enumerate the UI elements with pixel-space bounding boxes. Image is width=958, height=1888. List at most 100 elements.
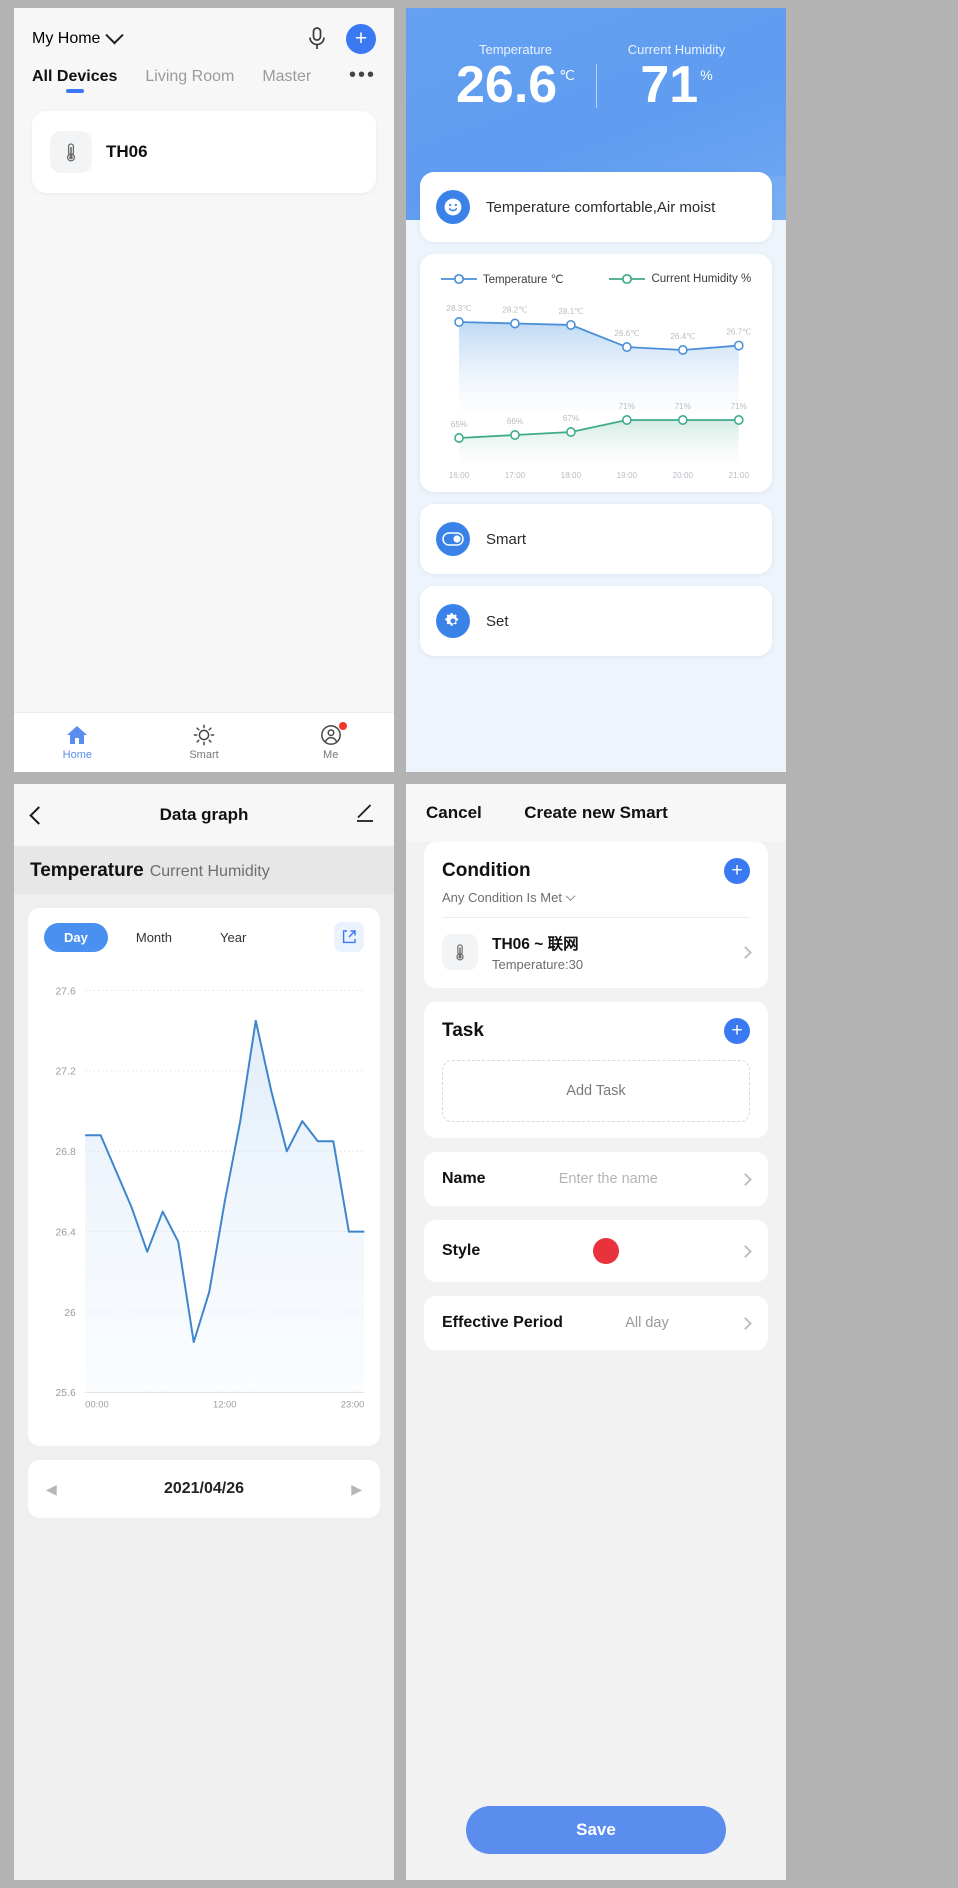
svg-text:26.8: 26.8 [56,1147,76,1158]
legend-humidity: Current Humidity % [609,272,751,286]
field-effective-period-row[interactable]: Effective Period All day [424,1296,768,1350]
field-name-row[interactable]: Name Enter the name [424,1152,768,1206]
svg-text:20:00: 20:00 [673,470,694,480]
metric-selector: Temperature Current Humidity [14,846,394,894]
legend-temperature-label: Temperature ℃ [483,272,564,286]
range-selector: Day Month Year [38,922,370,960]
set-row-card[interactable]: Set [420,586,772,656]
range-year[interactable]: Year [200,923,266,952]
temperature-unit: ℃ [559,67,575,84]
svg-text:00:00: 00:00 [85,1398,109,1409]
external-link-icon[interactable] [334,922,364,952]
nav-item-me[interactable]: Me [267,713,394,772]
svg-text:71%: 71% [619,401,636,411]
field-name-label: Name [442,1170,486,1188]
nav-item-home[interactable]: Home [14,713,141,772]
svg-text:16:00: 16:00 [449,470,470,480]
range-month[interactable]: Month [116,923,192,952]
condition-mode[interactable]: Any Condition Is Met [442,890,750,905]
task-card: Task + Add Task [424,1002,768,1138]
condition-item-name: TH06 ~ 联网 [492,932,583,954]
bottom-navigation: Home Smart [14,712,394,772]
svg-text:26.4℃: 26.4℃ [670,331,695,341]
field-effective-period-label: Effective Period [442,1314,563,1332]
humidity-value: 71 [640,59,698,111]
add-task-button[interactable]: + [724,1018,750,1044]
condition-item-row[interactable]: TH06 ~ 联网 Temperature:30 [442,918,750,972]
graph-header: Data graph [14,784,394,846]
field-style-row[interactable]: Style [424,1220,768,1282]
next-day-button[interactable]: ▶ [351,1481,362,1498]
chevron-down-icon [566,891,576,901]
svg-text:26.6℃: 26.6℃ [614,328,639,338]
svg-text:27.2: 27.2 [56,1067,76,1078]
field-name-value: Enter the name [559,1171,658,1187]
status-row: Temperature comfortable,Air moist [420,172,772,242]
set-row[interactable]: Set [420,586,772,656]
screenshot-grid: My Home + All Devices Living Room Master… [0,0,958,1888]
nav-item-smart[interactable]: Smart [141,713,268,772]
temperature-label: Temperature [436,42,596,57]
style-color-swatch[interactable] [593,1238,619,1264]
field-style-label: Style [442,1242,480,1260]
device-mini-chart: 28.3℃28.2℃28.1℃26.6℃26.4℃26.7℃65%66%67%7… [432,292,760,482]
tab-living-room[interactable]: Living Room [145,68,234,93]
smart-header: Cancel Create new Smart [406,784,786,842]
smart-row-label: Smart [486,531,526,548]
status-text: Temperature comfortable,Air moist [486,199,715,216]
gear-icon [436,604,470,638]
condition-item-text: TH06 ~ 联网 Temperature:30 [492,932,583,972]
svg-text:66%: 66% [507,416,524,426]
thermometer-icon [50,131,92,173]
notification-badge [339,722,347,730]
legend-line-icon [441,273,477,285]
condition-mode-label: Any Condition Is Met [442,890,562,905]
add-device-button[interactable]: + [346,24,376,54]
smart-row-card[interactable]: Smart [420,504,772,574]
smiley-face-icon [436,190,470,224]
device-name: TH06 [106,142,148,162]
svg-text:25.6: 25.6 [56,1388,76,1399]
chevron-right-icon [739,1173,752,1186]
cancel-button[interactable]: Cancel [426,803,482,823]
device-card-th06[interactable]: TH06 [32,111,376,193]
condition-card: Condition + Any Condition Is Met [424,842,768,988]
toggle-icon [436,522,470,556]
tab-all-devices[interactable]: All Devices [32,68,117,93]
svg-text:23:00: 23:00 [341,1398,365,1409]
pencil-icon[interactable] [354,802,376,829]
legend-humidity-label: Current Humidity % [651,273,751,285]
chevron-right-icon [739,1245,752,1258]
temperature-value: 26.6 [456,59,557,111]
add-condition-button[interactable]: + [724,858,750,884]
smart-row[interactable]: Smart [420,504,772,574]
range-day[interactable]: Day [44,923,108,952]
nav-label-smart: Smart [189,749,218,761]
svg-text:71%: 71% [731,401,748,411]
chevron-right-icon [739,946,752,959]
home-header: My Home + [14,8,394,60]
svg-text:28.1℃: 28.1℃ [558,306,583,316]
field-effective-period-value: All day [625,1315,669,1331]
svg-text:17:00: 17:00 [505,470,526,480]
svg-text:28.3℃: 28.3℃ [446,303,471,313]
previous-day-button[interactable]: ◀ [46,1481,57,1498]
chevron-down-icon[interactable] [106,26,124,44]
back-chevron-icon[interactable] [29,806,47,824]
create-smart-panel: Cancel Create new Smart Condition + Any … [406,784,786,1880]
svg-text:18:00: 18:00 [561,470,582,480]
device-detail-panel: Temperature 26.6℃ Current Humidity 71% [406,8,786,772]
add-task-dropzone[interactable]: Add Task [442,1060,750,1122]
tab-master[interactable]: Master [262,68,311,93]
legend-line-icon [609,273,645,285]
microphone-icon[interactable] [306,26,328,52]
more-tabs-icon[interactable]: ••• [349,68,376,82]
effective-period-list: Effective Period All day [424,1296,768,1350]
metric-humidity[interactable]: Current Humidity [150,863,270,881]
home-title[interactable]: My Home [32,30,100,48]
condition-title: Condition [442,860,531,882]
temperature-readout: Temperature 26.6℃ [436,42,596,111]
save-button[interactable]: Save [466,1806,726,1854]
metric-temperature[interactable]: Temperature [30,860,144,882]
selected-date: 2021/04/26 [57,1480,351,1498]
